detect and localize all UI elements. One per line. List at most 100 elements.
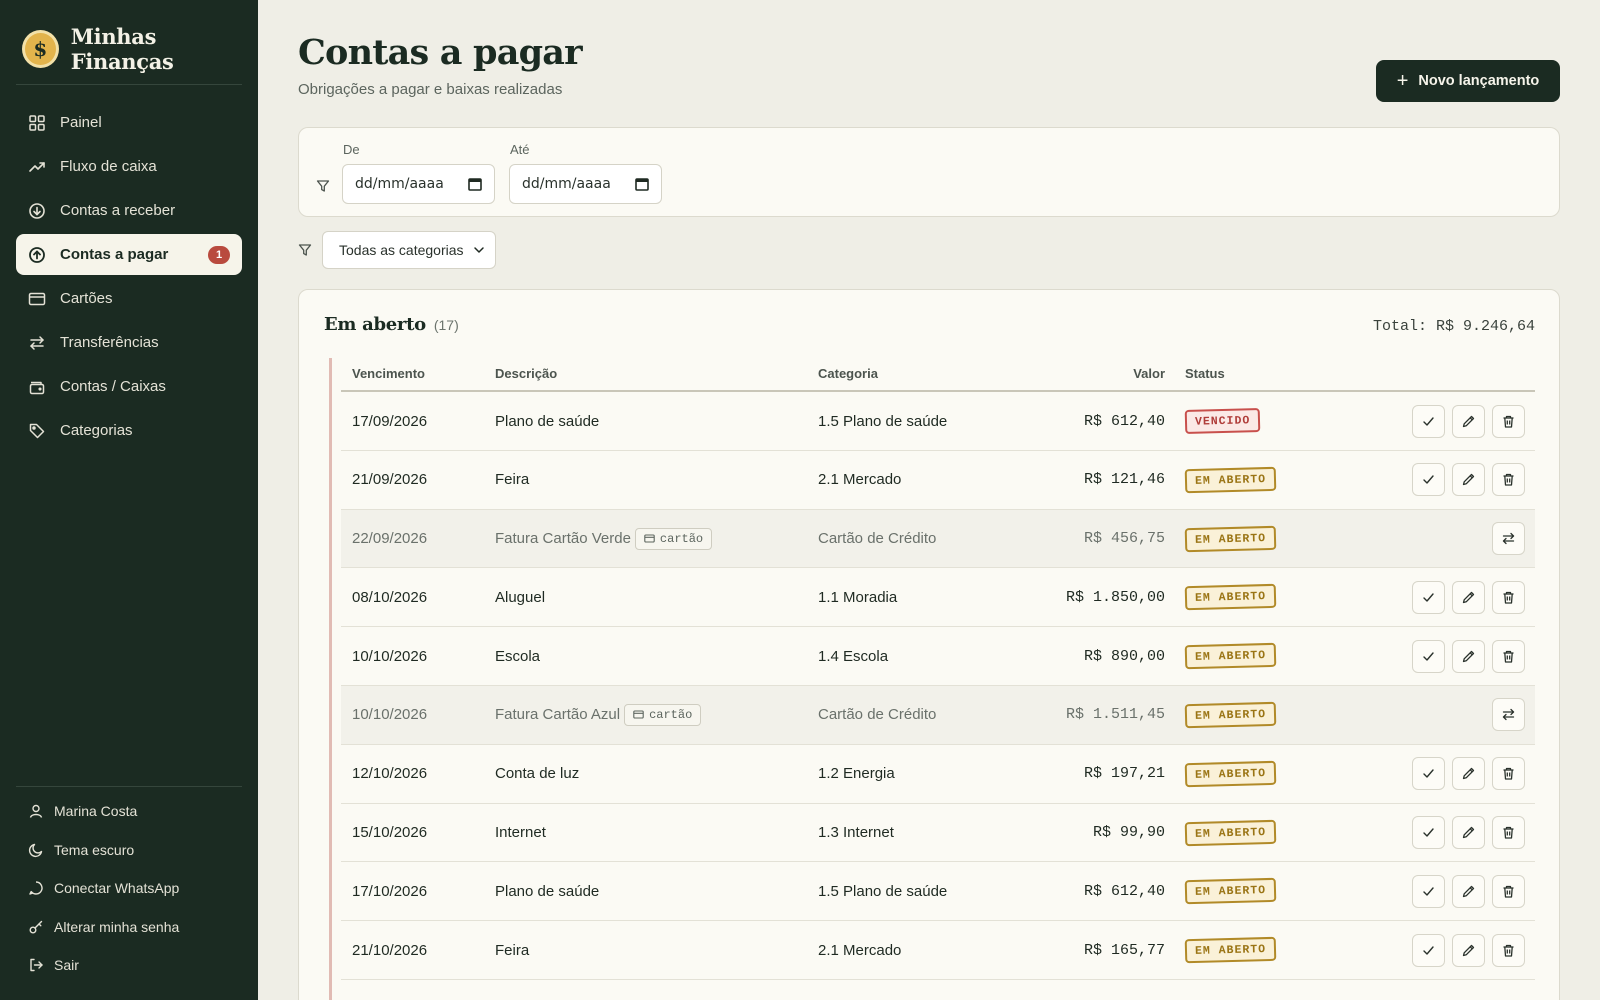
delete-button[interactable] [1492, 404, 1525, 438]
status-badge-open: EM ABERTO [1184, 760, 1277, 787]
row-category: 2.1 Mercado [818, 941, 902, 959]
brand[interactable]: $ Minhas Finanças [22, 24, 258, 74]
row-value: R$ 121,46 [1083, 471, 1165, 489]
edit-button[interactable] [1452, 463, 1485, 497]
column-header-description: Descrição [495, 366, 558, 381]
arrow-up-circle-icon [28, 246, 46, 264]
row-description: Plano de saúde [495, 412, 600, 430]
credit-card-icon [633, 709, 644, 720]
row-actions [1412, 745, 1525, 803]
row-value: R$ 165,77 [1083, 941, 1165, 959]
sidebar-item-cartoes[interactable]: Cartões [16, 278, 242, 319]
sidebar-item-fluxo-de-caixa[interactable]: Fluxo de caixa [16, 146, 242, 187]
change-password[interactable]: Alterar minha senha [16, 908, 242, 947]
status-badge-open: EM ABERTO [1184, 466, 1277, 493]
to-date-input[interactable]: dd/mm/aaaa [509, 164, 662, 204]
row-status-cell: EM ABERTO [1184, 921, 1277, 979]
filter-icon [298, 243, 312, 257]
user-profile[interactable]: Marina Costa [16, 792, 242, 831]
calendar-icon [635, 178, 649, 191]
mark-paid-button[interactable] [1412, 404, 1445, 438]
delete-button[interactable] [1492, 463, 1525, 497]
row-date: 17/09/2026 [352, 412, 428, 430]
pencil-icon [1461, 943, 1476, 958]
mark-paid-button[interactable] [1412, 874, 1445, 908]
row-description-cell: Aluguel [495, 568, 545, 626]
row-value: R$ 890,00 [1083, 647, 1165, 665]
row-actions [1412, 921, 1525, 979]
row-description: Fatura Cartão Verde [495, 530, 631, 548]
sidebar-item-categorias[interactable]: Categorias [16, 410, 242, 451]
password-label: Alterar minha senha [54, 918, 180, 935]
logout[interactable]: Sair [16, 946, 242, 985]
sidebar-item-contas-a-pagar[interactable]: Contas a pagar 1 [16, 234, 242, 275]
from-date-placeholder: dd/mm/aaaa [355, 176, 444, 192]
edit-button[interactable] [1452, 816, 1485, 850]
card-tag: cartão [634, 527, 713, 550]
row-category: Cartão de Crédito [818, 530, 937, 548]
transfer-icon [1501, 707, 1516, 722]
delete-button[interactable] [1492, 580, 1525, 614]
mark-paid-button[interactable] [1412, 639, 1445, 673]
row-description: Plano de saúde [495, 882, 600, 900]
check-icon [1421, 590, 1436, 605]
whatsapp-connect[interactable]: Conectar WhatsApp [16, 869, 242, 908]
row-value: R$ 612,40 [1083, 412, 1165, 430]
mark-paid-button[interactable] [1412, 463, 1445, 497]
category-select[interactable]: Todas as categorias [322, 231, 496, 269]
mark-paid-button[interactable] [1412, 933, 1445, 967]
delete-button[interactable] [1492, 874, 1525, 908]
to-date-label: Até [510, 142, 530, 157]
row-actions [1412, 451, 1525, 509]
app-name: Minhas Finanças [70, 24, 174, 74]
table-row: 12/10/2026 Conta de luz 1.2 Energia R$ 197,… [341, 745, 1535, 804]
delete-button[interactable] [1492, 639, 1525, 673]
delete-button[interactable] [1492, 933, 1525, 967]
edit-button[interactable] [1452, 580, 1485, 614]
transfer-icon [28, 334, 46, 352]
row-status-cell: EM ABERTO [1184, 627, 1277, 685]
mark-paid-button[interactable] [1412, 757, 1445, 791]
check-icon [1421, 884, 1436, 899]
delete-button[interactable] [1492, 757, 1525, 791]
edit-button[interactable] [1452, 404, 1485, 438]
row-actions [1492, 510, 1525, 568]
edit-button[interactable] [1452, 757, 1485, 791]
row-description-cell: Feira [495, 451, 529, 509]
row-status-cell: EM ABERTO [1184, 568, 1277, 626]
column-header-status: Status [1185, 366, 1225, 381]
view-invoice-button[interactable] [1492, 522, 1525, 556]
main-nav: Painel Fluxo de caixa Contas a receber C… [16, 102, 242, 454]
row-date: 21/10/2026 [352, 941, 428, 959]
row-date: 17/10/2026 [352, 882, 428, 900]
dollar-coin-icon: $ [22, 30, 59, 68]
sidebar-item-contas-caixas[interactable]: Contas / Caixas [16, 366, 242, 407]
theme-toggle[interactable]: Tema escuro [16, 831, 242, 870]
pencil-icon [1461, 472, 1476, 487]
sidebar-item-contas-a-receber[interactable]: Contas a receber [16, 190, 242, 231]
row-category: 1.1 Moradia [818, 588, 898, 606]
view-invoice-button[interactable] [1492, 698, 1525, 732]
edit-button[interactable] [1452, 639, 1485, 673]
calendar-icon [468, 178, 482, 191]
mark-paid-button[interactable] [1412, 580, 1445, 614]
status-badge-open: EM ABERTO [1184, 878, 1277, 905]
row-actions [1412, 568, 1525, 626]
section-title: Em aberto (17) [324, 314, 459, 335]
check-icon [1421, 943, 1436, 958]
delete-button[interactable] [1492, 816, 1525, 850]
chat-bubble-icon [28, 880, 44, 896]
edit-button[interactable] [1452, 874, 1485, 908]
row-description: Fatura Cartão Azul [495, 706, 621, 724]
mark-paid-button[interactable] [1412, 816, 1445, 850]
edit-button[interactable] [1452, 933, 1485, 967]
sidebar-item-painel[interactable]: Painel [16, 102, 242, 143]
row-description-cell: Feira [495, 921, 529, 979]
sidebar-item-transferencias[interactable]: Transferências [16, 322, 242, 363]
check-icon [1421, 414, 1436, 429]
check-icon [1421, 825, 1436, 840]
new-entry-button[interactable]: + Novo lançamento [1376, 60, 1560, 102]
open-payables-card: Em aberto (17) Total: R$ 9.246,64 Vencime… [298, 289, 1560, 1000]
from-date-input[interactable]: dd/mm/aaaa [342, 164, 495, 204]
trash-icon [1501, 943, 1516, 958]
